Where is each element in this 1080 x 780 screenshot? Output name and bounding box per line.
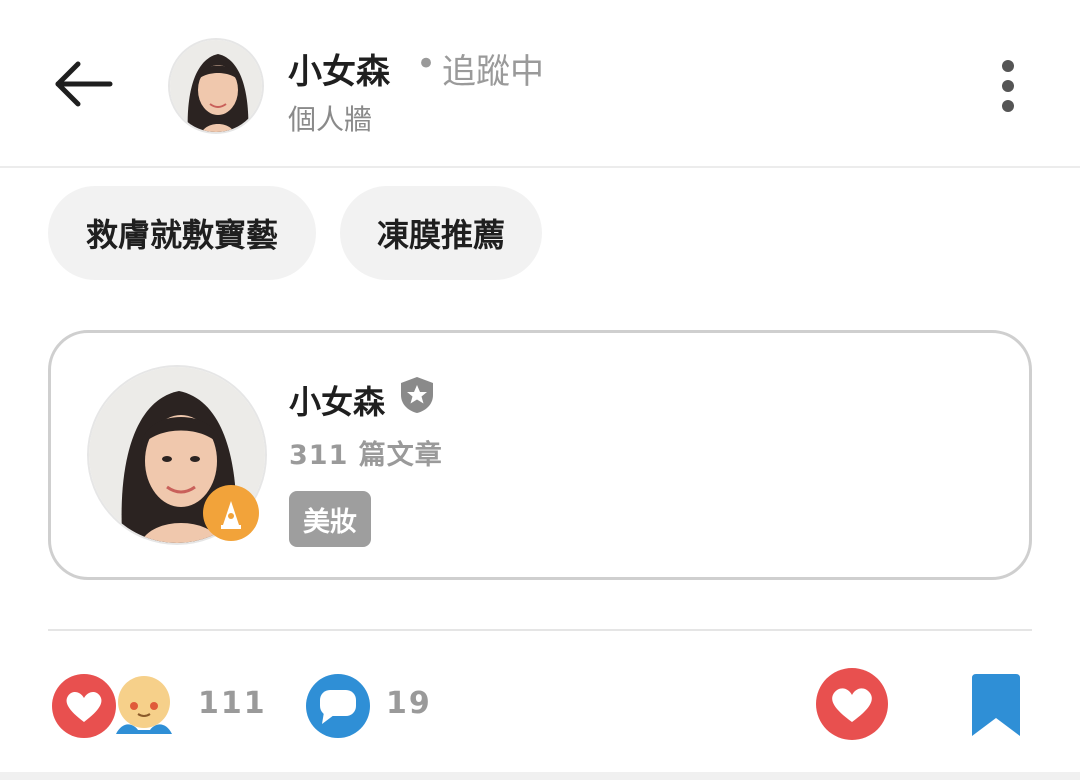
reaction-emoji[interactable] xyxy=(110,672,178,740)
follow-status-button[interactable]: 追蹤中 xyxy=(442,44,544,93)
comment-count: 19 xyxy=(386,686,432,721)
more-vertical-icon xyxy=(1002,60,1014,112)
more-options-button[interactable] xyxy=(988,56,1028,116)
writer-badge xyxy=(201,483,261,543)
author-name[interactable]: 小女森 xyxy=(289,377,385,423)
verified-badge xyxy=(397,375,437,415)
arrow-left-icon xyxy=(55,61,113,107)
header-subtitle: 個人牆 xyxy=(288,103,373,136)
author-avatar-small[interactable] xyxy=(168,38,264,134)
divider xyxy=(48,629,1032,631)
heart-icon xyxy=(52,674,116,738)
shield-star-icon xyxy=(401,377,433,413)
like-count: 111 xyxy=(198,686,267,721)
reaction-heart[interactable] xyxy=(50,672,118,740)
header-author-name[interactable]: 小女森 xyxy=(288,44,390,93)
category-badge: 美妝 xyxy=(289,491,371,547)
like-button[interactable] xyxy=(814,666,890,742)
top-bar: 小女森 • 追蹤中 個人牆 xyxy=(0,0,1080,168)
heart-icon xyxy=(816,668,888,740)
topic-tag[interactable]: 凍膜推薦 xyxy=(340,186,542,280)
author-card[interactable]: 小女森 311 篇文章 美妝 xyxy=(48,330,1032,580)
header-separator: • xyxy=(416,44,437,84)
comment-button[interactable] xyxy=(304,672,372,740)
emoji-icon xyxy=(116,676,172,734)
pen-nib-icon xyxy=(203,485,259,541)
speech-bubble-icon xyxy=(306,674,370,738)
bookmark-icon xyxy=(972,674,1020,736)
bookmark-button[interactable] xyxy=(968,674,1024,738)
avatar-photo xyxy=(170,40,262,132)
bottom-divider xyxy=(0,772,1080,780)
back-button[interactable] xyxy=(48,54,118,114)
topic-tag[interactable]: 救膚就敷寶藝 xyxy=(48,186,316,280)
post-count: 311 篇文章 xyxy=(289,440,443,471)
